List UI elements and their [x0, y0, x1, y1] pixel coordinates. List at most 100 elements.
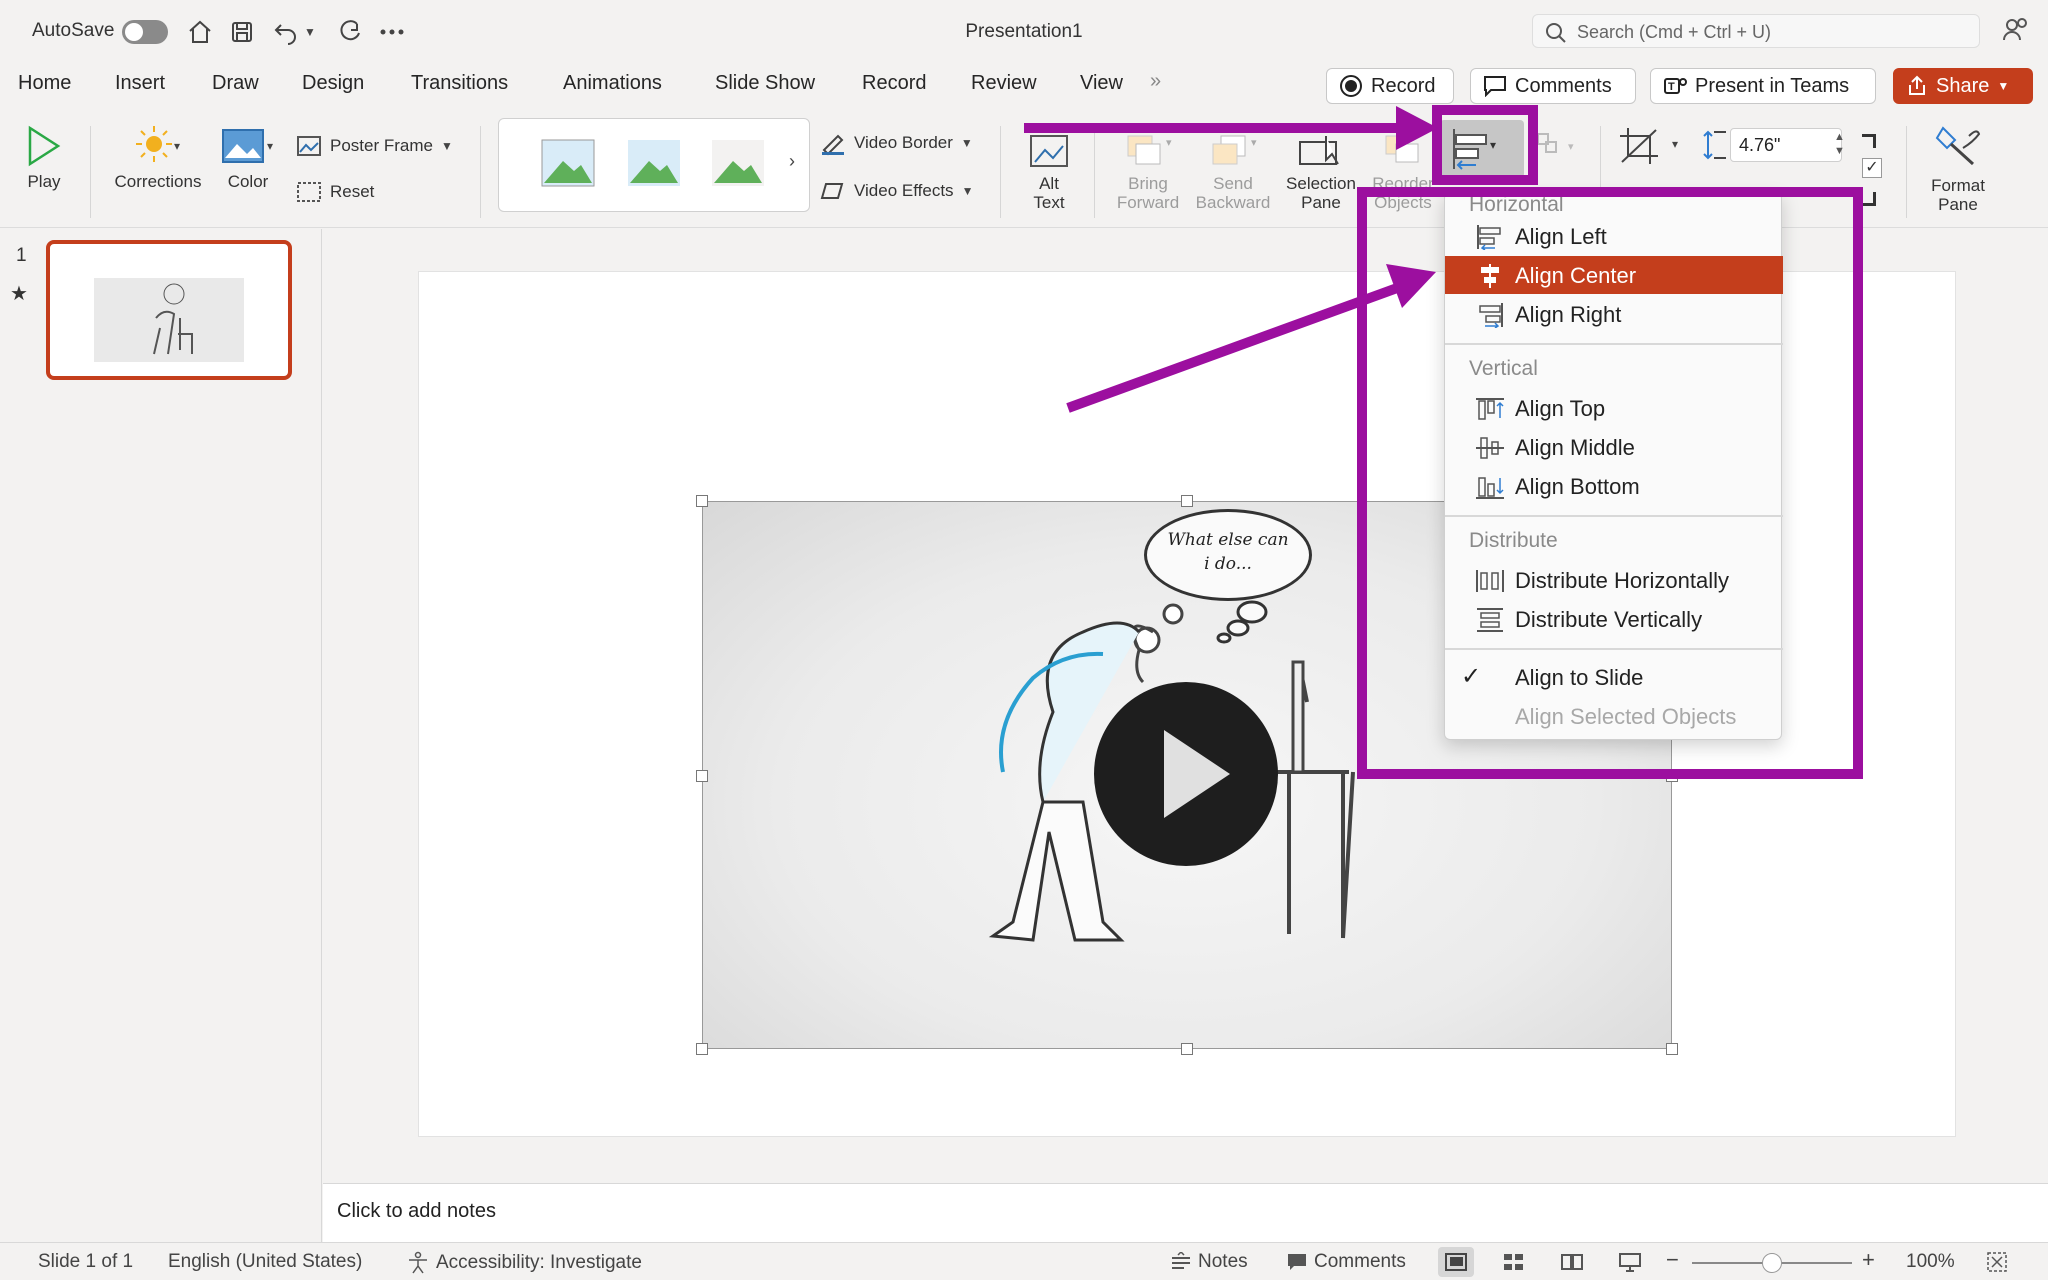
zoom-level[interactable]: 100%	[1906, 1251, 1955, 1273]
resize-handle-bottom-right[interactable]	[1666, 1043, 1678, 1055]
resize-handle-top[interactable]	[1181, 495, 1193, 507]
tab-home[interactable]: Home	[18, 72, 71, 95]
send-backward-button[interactable]: ▾ Send Backward	[1190, 126, 1276, 212]
search-box[interactable]: Search (Cmd + Ctrl + U)	[1532, 14, 1980, 48]
bring-forward-button[interactable]: ▾ Bring Forward	[1108, 126, 1188, 212]
format-pane-label-line2: Pane	[1938, 195, 1978, 214]
slide-thumbnail[interactable]	[46, 240, 292, 380]
record-icon	[1340, 75, 1362, 97]
undo-dropdown-icon[interactable]: ▼	[300, 16, 320, 48]
selection-pane-label-line2: Pane	[1301, 193, 1341, 212]
thought-text-line2: i do...	[1204, 554, 1252, 574]
video-style-thumb-3[interactable]	[711, 139, 765, 187]
resize-handle-left[interactable]	[696, 770, 708, 782]
video-border-label: Video Border	[854, 133, 953, 152]
align-right-item[interactable]: Align Right	[1445, 295, 1783, 333]
group-button[interactable]: ▾	[1530, 128, 1586, 164]
video-play-button[interactable]	[1094, 682, 1278, 866]
play-button[interactable]: Play	[18, 124, 70, 191]
corrections-button[interactable]: ▾ Corrections	[106, 124, 210, 191]
redo-icon[interactable]	[334, 16, 366, 48]
more-tabs-icon[interactable]: »	[1150, 70, 1161, 93]
gallery-more-icon[interactable]: ›	[789, 151, 795, 172]
present-in-teams-button[interactable]: T Present in Teams	[1650, 68, 1876, 104]
video-styles-gallery[interactable]: ›	[498, 118, 810, 212]
height-stepper[interactable]: ▲ ▼	[1834, 130, 1845, 158]
alt-text-button[interactable]: Alt Text	[1020, 126, 1078, 212]
format-pane-label-line1: Format	[1931, 176, 1985, 195]
color-label: Color	[227, 172, 269, 191]
thought-text-line1: What else can	[1167, 530, 1289, 550]
crop-button[interactable]: ▾	[1616, 124, 1690, 168]
tab-insert[interactable]: Insert	[115, 72, 165, 95]
tab-transitions[interactable]: Transitions	[411, 72, 508, 95]
search-icon	[1546, 23, 1566, 43]
distribute-vertically-item[interactable]: Distribute Vertically	[1445, 600, 1783, 638]
zoom-slider-thumb[interactable]	[1762, 1253, 1782, 1273]
svg-text:▾: ▾	[1568, 141, 1574, 153]
reset-button[interactable]: Reset	[296, 180, 374, 204]
reorder-objects-button[interactable]: Reorder Objects	[1362, 126, 1444, 212]
accessibility-button[interactable]: Accessibility: Investigate	[406, 1251, 642, 1275]
selection-pane-button[interactable]: Selection Pane	[1280, 126, 1362, 212]
tab-view[interactable]: View	[1080, 72, 1123, 95]
comment-status-icon	[1288, 1254, 1306, 1270]
slide-sorter-button[interactable]	[1496, 1247, 1532, 1277]
more-icon[interactable]	[376, 16, 408, 48]
distribute-horizontally-item[interactable]: Distribute Horizontally	[1445, 561, 1783, 599]
video-style-thumb-2[interactable]	[627, 139, 681, 187]
video-effects-button[interactable]: Video Effects ▼	[820, 180, 973, 202]
fit-to-window-button[interactable]	[1986, 1251, 2008, 1273]
notes-label: Notes	[1198, 1251, 1248, 1272]
format-pane-button[interactable]: Format Pane	[1918, 122, 1998, 214]
record-button[interactable]: Record	[1326, 68, 1454, 104]
svg-text:▾: ▾	[1251, 137, 1257, 149]
svg-text:▾: ▾	[1672, 137, 1678, 151]
align-center-item[interactable]: Align Center	[1445, 256, 1783, 294]
tab-review[interactable]: Review	[971, 72, 1037, 95]
comments-button[interactable]: Comments	[1470, 68, 1636, 104]
align-top-item[interactable]: Align Top	[1445, 389, 1783, 427]
height-input[interactable]: 4.76"	[1730, 128, 1842, 162]
align-middle-item[interactable]: Align Middle	[1445, 428, 1783, 466]
poster-frame-button[interactable]: Poster Frame ▼	[296, 134, 453, 158]
save-icon[interactable]	[226, 16, 258, 48]
normal-view-button[interactable]	[1438, 1247, 1474, 1277]
resize-handle-bottom-left[interactable]	[696, 1043, 708, 1055]
tab-record[interactable]: Record	[862, 72, 926, 95]
align-bottom-item[interactable]: Align Bottom	[1445, 467, 1783, 505]
lock-aspect-checkbox[interactable]: ✓	[1862, 158, 1882, 178]
color-button[interactable]: ▾ Color	[212, 124, 284, 191]
video-style-thumb-1[interactable]	[541, 139, 595, 187]
zoom-in-button[interactable]: +	[1862, 1247, 1875, 1273]
share-people-icon[interactable]	[2002, 16, 2030, 49]
align-selected-objects-item[interactable]: Align Selected Objects	[1445, 697, 1783, 735]
animation-star-icon: ★	[10, 283, 28, 305]
svg-text:▾: ▾	[1490, 138, 1496, 152]
align-to-slide-item[interactable]: ✓ Align to Slide	[1445, 658, 1783, 696]
resize-handle-top-left[interactable]	[696, 495, 708, 507]
tab-animations[interactable]: Animations	[563, 72, 662, 95]
autosave-toggle[interactable]	[122, 20, 168, 44]
zoom-out-button[interactable]: −	[1666, 1247, 1679, 1273]
undo-icon[interactable]	[270, 16, 302, 48]
align-button[interactable]: ▾	[1440, 120, 1524, 178]
resize-handle-right[interactable]	[1666, 770, 1678, 782]
home-icon[interactable]	[184, 16, 216, 48]
tab-design[interactable]: Design	[302, 72, 364, 95]
vertical-header: Vertical	[1469, 357, 1538, 380]
align-left-item[interactable]: Align Left	[1445, 217, 1783, 255]
comments-toggle-button[interactable]: Comments	[1286, 1251, 1406, 1273]
resize-handle-bottom[interactable]	[1181, 1043, 1193, 1055]
share-button[interactable]: Share ▼	[1893, 68, 2033, 104]
language[interactable]: English (United States)	[168, 1251, 362, 1273]
notes-pane[interactable]: Click to add notes	[323, 1183, 2048, 1242]
send-backward-label-line2: Backward	[1195, 193, 1271, 212]
tab-slide-show[interactable]: Slide Show	[715, 72, 815, 95]
send-backward-label-line1: Send	[1213, 174, 1253, 193]
reading-view-button[interactable]	[1554, 1247, 1590, 1277]
slide-show-view-button[interactable]	[1612, 1247, 1648, 1277]
tab-draw[interactable]: Draw	[212, 72, 259, 95]
notes-toggle-button[interactable]: Notes	[1170, 1251, 1248, 1273]
video-border-button[interactable]: Video Border ▼	[820, 130, 973, 156]
